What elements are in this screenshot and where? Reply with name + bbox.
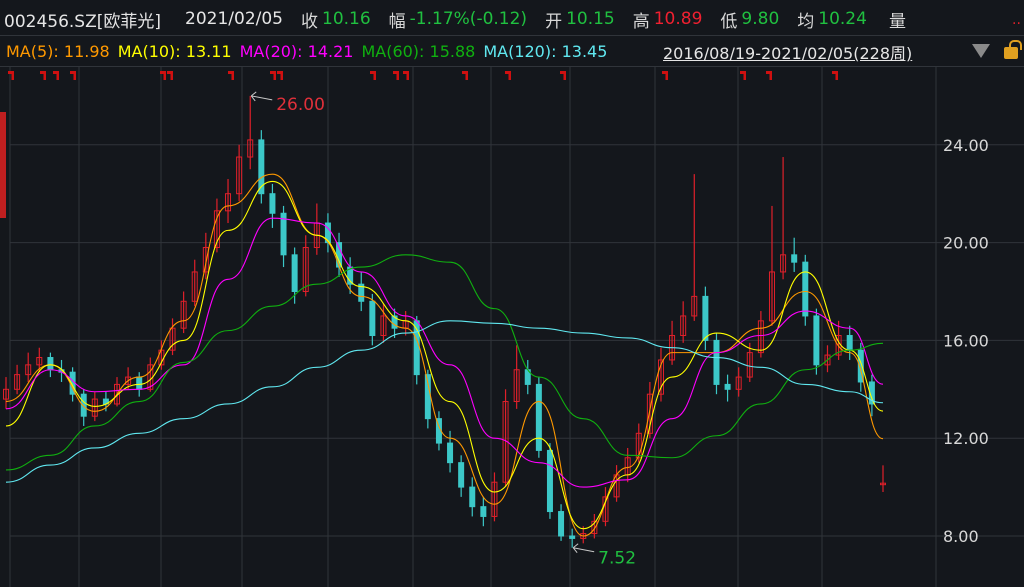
min-price-label: 7.52 (598, 549, 636, 569)
y-tick-label: 12.00 (943, 429, 989, 448)
candlestick-chart[interactable]: 24.00 20.00 16.00 12.00 8.00 26.00 7.52 (0, 0, 1024, 587)
event-marker-icon (270, 71, 276, 80)
y-tick-label: 8.00 (943, 527, 979, 546)
candle-down (558, 511, 565, 537)
event-marker-icon (560, 71, 566, 80)
candle-down (291, 254, 298, 292)
event-marker-icon (766, 71, 772, 80)
y-tick-label: 16.00 (943, 331, 989, 350)
ma-line-ma10 (5, 180, 884, 530)
candle-down (47, 357, 54, 371)
event-marker-icon (370, 71, 376, 80)
candle-down (136, 376, 143, 390)
ma-line-ma5 (5, 173, 884, 537)
candle-down (569, 535, 576, 539)
event-marker-icon (462, 71, 468, 80)
event-marker-icon (167, 71, 173, 80)
event-marker-icon (832, 71, 838, 80)
candle-down (802, 261, 809, 317)
arrow-icon (250, 91, 273, 102)
event-marker-icon (277, 71, 283, 80)
candle-down (846, 335, 853, 351)
candle-down (702, 295, 709, 341)
candle-down (269, 193, 276, 214)
y-tick-label: 20.00 (943, 234, 989, 253)
candle-down (724, 383, 731, 390)
event-marker-icon (228, 71, 234, 80)
candle-down (535, 383, 542, 451)
event-marker-icon (505, 71, 511, 80)
event-marker-icon (8, 71, 14, 80)
candle-down (447, 442, 454, 464)
candle-down (458, 462, 465, 488)
event-marker-icon (40, 71, 46, 80)
event-marker-icon (662, 71, 668, 80)
max-price-label: 26.00 (276, 95, 325, 115)
event-marker-icon (740, 71, 746, 80)
candle-down (480, 506, 487, 517)
y-tick-label: 24.00 (943, 136, 989, 155)
event-marker-icon (393, 71, 399, 80)
arrow-icon (572, 543, 595, 554)
event-marker-icon (70, 71, 76, 80)
candle-down (546, 449, 553, 513)
candle-down (813, 315, 820, 366)
candle-down (369, 300, 376, 337)
event-marker-icon (403, 71, 409, 80)
candle-down (469, 486, 476, 508)
candle-down (713, 339, 720, 385)
event-marker-icon (53, 71, 59, 80)
candle-down (791, 254, 798, 263)
